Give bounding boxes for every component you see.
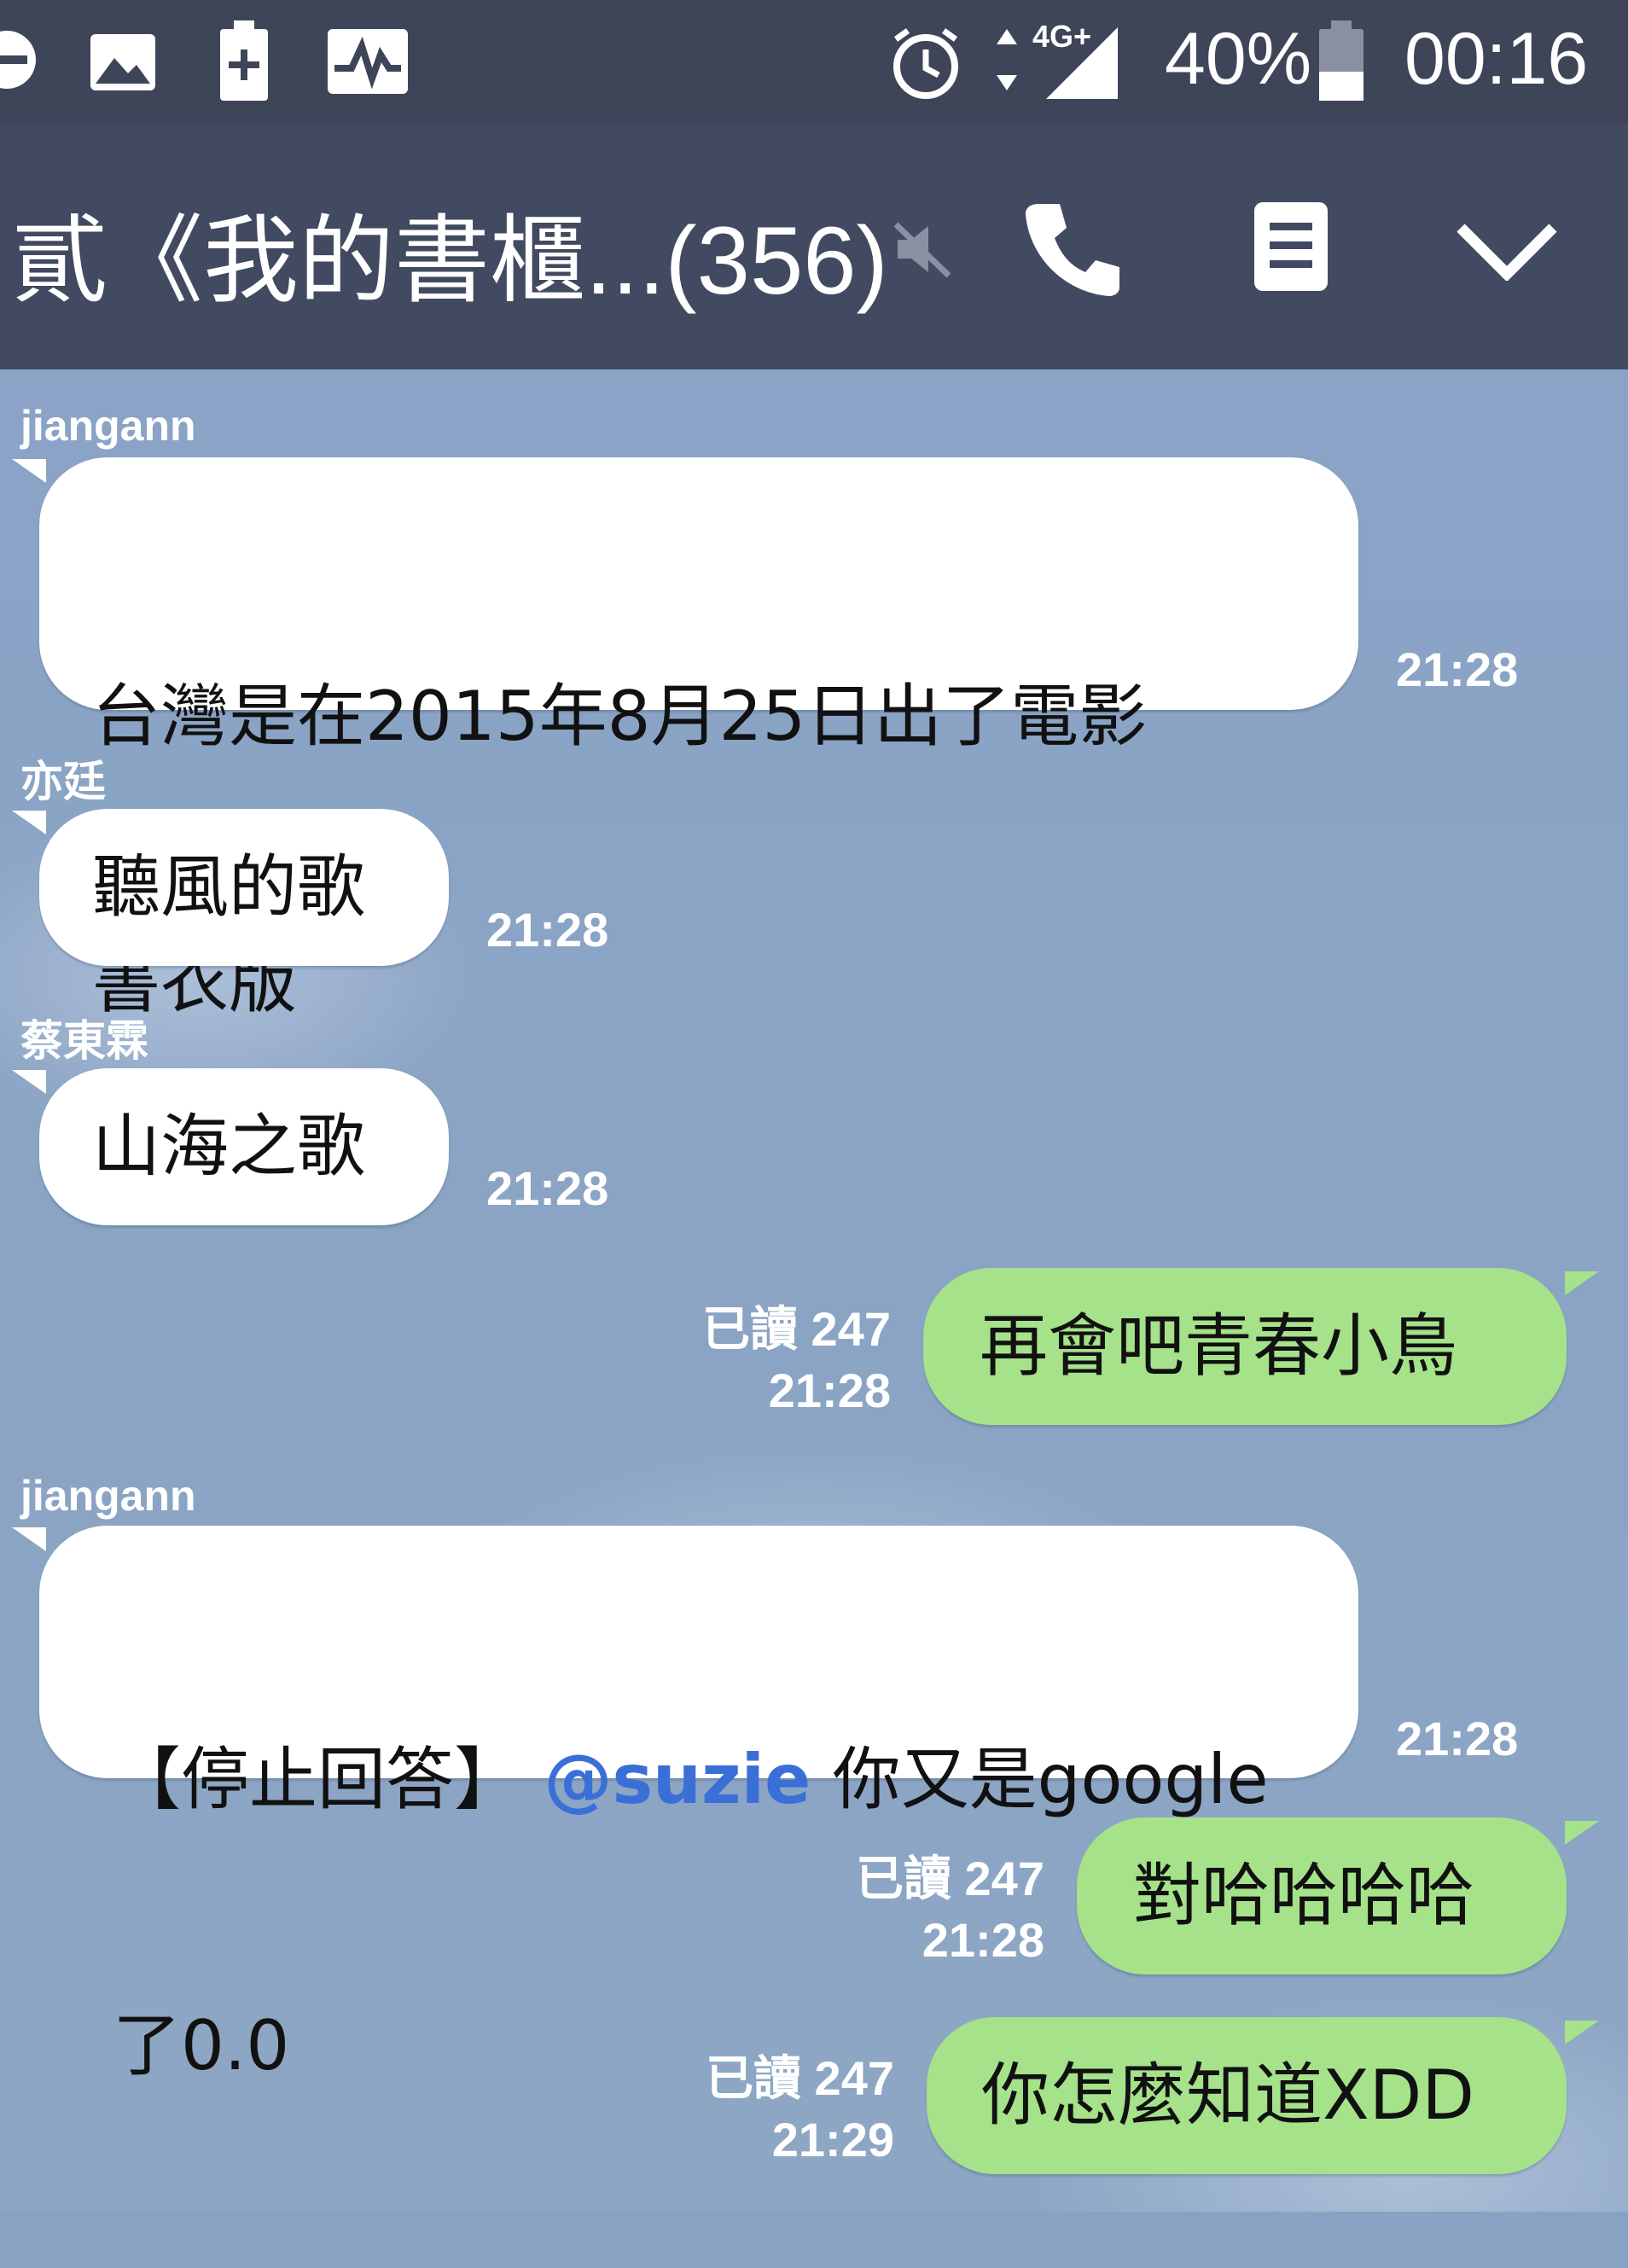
message-time: 21:28 (486, 903, 609, 957)
chat-header: 貳《我的書櫃...(356) (0, 124, 1628, 369)
message-time: 21:28 (922, 1913, 1044, 1967)
message-text: 你怎麼知道XDD (981, 2056, 1475, 2135)
message-bubble[interactable]: 聽風的歌 (39, 809, 449, 966)
bubble-tail (12, 1070, 46, 1094)
message-bubble-outgoing[interactable]: 對哈哈哈哈 (1077, 1817, 1567, 1974)
read-count: 已讀 247 (856, 1852, 1044, 1905)
read-receipt: 已讀 247 21:28 (751, 1848, 1044, 1971)
group-name: 貳《我的書櫃... (12, 207, 666, 314)
message-text: 聽風的歌 (92, 847, 365, 927)
chevron-down-icon[interactable] (1454, 219, 1560, 281)
alarm-icon (893, 28, 958, 99)
message-text: 山海之歌 (92, 1107, 365, 1186)
notes-icon[interactable] (1251, 199, 1331, 294)
message-bubble-outgoing[interactable]: 再會吧青春小鳥 (923, 1268, 1567, 1425)
read-count: 已讀 247 (706, 2051, 894, 2105)
message-time: 21:28 (768, 1364, 891, 1417)
message-text: 台灣是在2015年8月25日出了電影 (92, 677, 1148, 756)
bubble-tail (1565, 1821, 1599, 1845)
message-text: 對哈哈哈哈 (1133, 1856, 1474, 1935)
mute-icon (893, 222, 951, 278)
battery-plus-icon (220, 20, 268, 101)
message-text: 你又是google (811, 1740, 1269, 1819)
battery-percent: 40% (1165, 18, 1312, 100)
sender-name: jiangann (20, 1472, 196, 1520)
message-time: 21:28 (1396, 643, 1519, 696)
activity-icon (328, 29, 408, 94)
mention-link[interactable]: @suzie (544, 1740, 811, 1819)
read-receipt: 已讀 247 21:29 (597, 2048, 894, 2171)
phone-icon[interactable] (1020, 197, 1123, 299)
minus-circle-icon (0, 31, 36, 89)
bubble-tail (12, 811, 46, 835)
message-time: 21:28 (1396, 1712, 1519, 1765)
read-count: 已讀 247 (702, 1302, 891, 1356)
message-bubble-outgoing[interactable]: 你怎麼知道XDD (927, 2017, 1567, 2174)
bubble-tail (1565, 2021, 1599, 2044)
bubble-tail (12, 1527, 46, 1551)
bubble-tail (1565, 1271, 1599, 1295)
image-icon (90, 34, 155, 90)
status-bar: 4G+ 40% 00:16 (0, 0, 1628, 124)
sender-name: jiangann (20, 402, 196, 450)
battery-icon (1319, 20, 1363, 101)
message-bubble[interactable]: 台灣是在2015年8月25日出了電影 書衣版 (39, 457, 1358, 1022)
message-text: 再會吧青春小鳥 (980, 1306, 1457, 1386)
bubble-tail (12, 459, 46, 483)
network-type: 4G+ (1032, 19, 1092, 54)
member-count: (356) (665, 207, 888, 314)
message-time: 21:28 (486, 1161, 609, 1215)
message-bubble[interactable]: 【停止回答】 @suzie 你又是google 了0.0 (39, 1526, 1358, 2085)
message-prefix: 【停止回答】 (113, 1740, 544, 1819)
read-receipt: 已讀 247 21:28 (597, 1299, 891, 1422)
message-bubble[interactable]: 山海之歌 (39, 1068, 449, 1225)
sender-name: 蔡東霖 (20, 1017, 148, 1065)
group-title[interactable]: 貳《我的書櫃...(356) (12, 183, 888, 322)
clock: 00:16 (1404, 18, 1589, 100)
sender-name: 亦廷 (20, 758, 106, 805)
message-time: 21:29 (771, 2113, 894, 2166)
